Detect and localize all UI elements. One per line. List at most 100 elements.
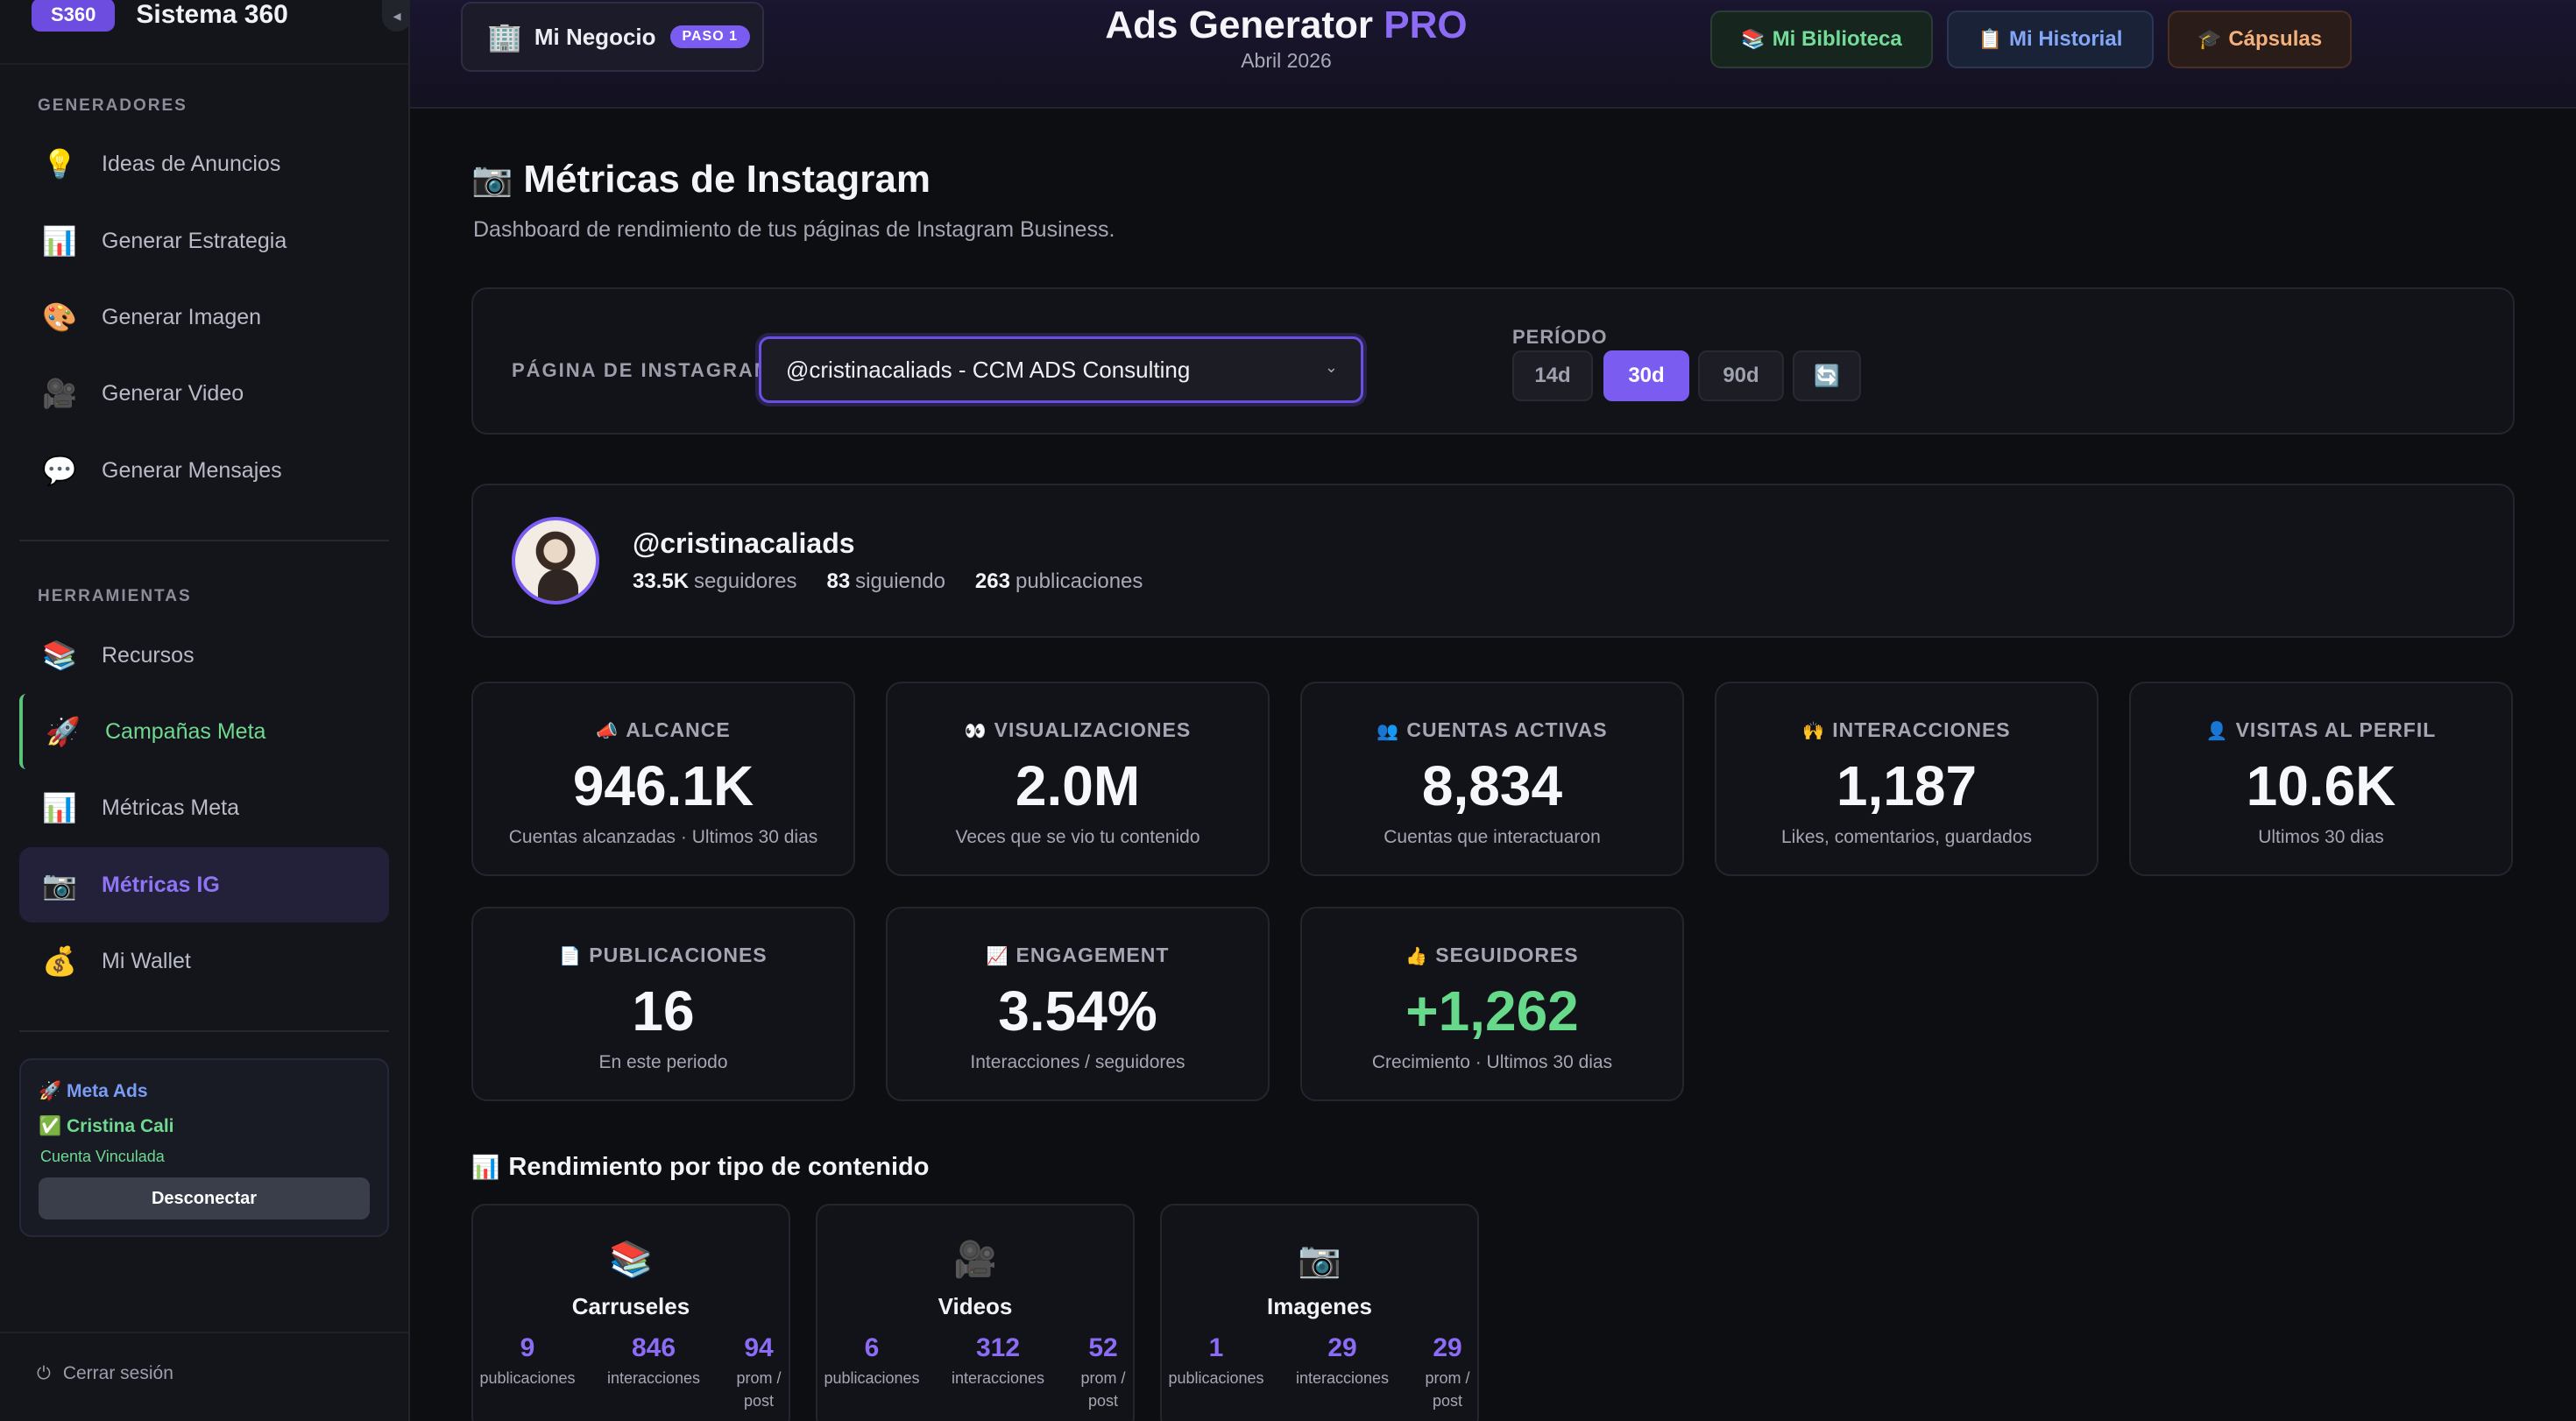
metric-value: 10.6K <box>2246 754 2396 817</box>
history-button[interactable]: 📋 Mi Historial <box>1947 11 2154 68</box>
sidebar-item-generar-imagen[interactable]: 🎨 Generar Imagen <box>19 279 389 355</box>
speech-bubble-icon: 💬 <box>42 455 77 486</box>
brand[interactable]: S360 Sistema 360 <box>32 0 288 35</box>
raised-hands-icon: 🙌 <box>1802 722 1826 741</box>
content-stat-value: 29 <box>1433 1333 1462 1362</box>
content-stat-interactions: 312 interacciones <box>949 1333 1047 1389</box>
content-stat-posts: 9 publicaciones <box>478 1333 577 1389</box>
video-camera-icon: 🎥 <box>42 378 77 409</box>
avatar[interactable] <box>512 517 599 604</box>
sidebar-item-campanas-meta[interactable]: 🚀 Campañas Meta <box>19 694 389 769</box>
sidebar-item-metricas-meta[interactable]: 📊 Métricas Meta <box>19 770 389 845</box>
disconnect-button[interactable]: Desconectar <box>39 1177 370 1220</box>
bar-chart-icon: 📊 <box>42 792 77 824</box>
business-label: Mi Negocio <box>534 23 656 50</box>
section-label-tools: HERRAMIENTAS <box>38 587 192 605</box>
page-title-text: Métricas de Instagram <box>523 158 931 201</box>
content-type-name: Imagenes <box>1267 1293 1372 1319</box>
metric-description: En este periodo <box>598 1052 728 1072</box>
brand-badge: S360 <box>32 0 116 32</box>
collapse-sidebar-icon[interactable]: ◂ <box>382 0 412 32</box>
metric-description: Crecimiento · Ultimos 30 dias <box>1371 1052 1613 1072</box>
camera-icon: 📷 <box>471 161 513 198</box>
content-stat-value: 312 <box>975 1333 1021 1362</box>
profile-handle: @cristinacaliads <box>633 527 855 559</box>
metric-description: Cuentas alcanzadas · Ultimos 30 dias <box>508 827 818 847</box>
profile-card: @cristinacaliads 33.5K seguidores 83 sigui… <box>471 484 2515 638</box>
business-selector[interactable]: 🏢 Mi Negocio PASO 1 <box>461 2 764 72</box>
sidebar-item-label: Métricas Meta <box>102 795 239 820</box>
content-stat-interactions: 29 interacciones <box>1293 1333 1391 1389</box>
capsules-label: Cápsulas <box>2228 27 2323 51</box>
metric-value: 3.54% <box>998 979 1157 1043</box>
sidebar-item-metricas-ig[interactable]: 📷 Métricas IG <box>19 847 389 923</box>
logout-label: Cerrar sesión <box>62 1363 173 1383</box>
person-icon: 👤 <box>2205 722 2229 741</box>
people-icon: 👥 <box>1376 722 1400 741</box>
step-badge: PASO 1 <box>669 25 751 48</box>
metric-label: 👍 SEGUIDORES <box>1302 944 1682 967</box>
app-title-accent: PRO <box>1384 4 1468 46</box>
sidebar-item-ideas-de-anuncios[interactable]: 💡 Ideas de Anuncios <box>19 126 389 201</box>
profile-stats: 33.5K seguidores 83 siguiendo 263 publicaci… <box>633 569 1172 594</box>
period-14d-button[interactable]: 14d <box>1512 350 1593 401</box>
metric-label: 📣 ALCANCE <box>473 718 853 742</box>
content-stat-value: 52 <box>1088 1333 1118 1362</box>
video-camera-icon: 🎥 <box>953 1241 997 1279</box>
metric-card-visualizaciones: 👀 VISUALIZACIONES 2.0M Veces que se vio t… <box>886 682 1270 876</box>
posts-label: publicaciones <box>1015 569 1143 593</box>
instagram-page-value: @cristinacaliads - CCM ADS Consulting <box>786 356 1191 383</box>
meta-ads-card: 🚀 Meta Ads ✅ Cristina Cali Cuenta Vincul… <box>19 1058 389 1237</box>
following-count: 83 <box>826 569 851 593</box>
following-label: siguiendo <box>855 569 945 593</box>
content-stat-posts: 1 publicaciones <box>1167 1333 1265 1389</box>
metric-label: 👀 VISUALIZACIONES <box>888 718 1268 742</box>
content-type-name: Videos <box>938 1293 1013 1319</box>
logout-button[interactable]: ⏻ Cerrar sesión <box>37 1363 173 1384</box>
section-label-generators: GENERADORES <box>38 96 188 115</box>
metric-card-alcance: 📣 ALCANCE 946.1K Cuentas alcanzadas · Ult… <box>471 682 855 876</box>
sidebar: S360 Sistema 360 ◂ GENERADORES 💡 Ideas d… <box>0 0 412 1421</box>
metric-card-engagement: 📈 ENGAGEMENT 3.54% Interacciones / seguid… <box>886 907 1270 1101</box>
content-stat-label: publicaciones <box>824 1369 920 1387</box>
content-stat-label: publicaciones <box>1168 1369 1264 1387</box>
history-label: Mi Historial <box>2009 27 2123 51</box>
instagram-page-select[interactable]: @cristinacaliads - CCM ADS Consulting ⌄ <box>759 336 1363 403</box>
thumbs-up-icon: 👍 <box>1405 947 1429 966</box>
sidebar-item-mi-wallet[interactable]: 💰 Mi Wallet <box>19 923 389 999</box>
sidebar-item-label: Generar Estrategia <box>102 228 287 253</box>
metric-label: 👥 CUENTAS ACTIVAS <box>1302 718 1682 742</box>
period-90d-button[interactable]: 90d <box>1698 350 1784 401</box>
page-subtitle: Dashboard de rendimiento de tus páginas … <box>473 217 1115 242</box>
metric-value: 1,187 <box>1836 754 1978 817</box>
metric-value: +1,262 <box>1405 979 1579 1043</box>
metric-description: Cuentas que interactuaron <box>1384 827 1601 847</box>
sidebar-divider <box>19 1030 389 1032</box>
content-stat-label: interacciones <box>951 1369 1045 1387</box>
sidebar-item-recursos[interactable]: 📚 Recursos <box>19 618 389 693</box>
lightbulb-icon: 💡 <box>42 148 77 180</box>
period-label: PERÍODO <box>1512 326 1608 348</box>
content-stat-value: 6 <box>864 1333 880 1362</box>
books-icon: 📚 <box>42 640 77 671</box>
metric-value: 16 <box>632 979 695 1043</box>
content-stat-interactions: 846 interacciones <box>605 1333 703 1389</box>
sidebar-item-generar-video[interactable]: 🎥 Generar Video <box>19 356 389 431</box>
content-stat-label: prom / post <box>1080 1369 1126 1410</box>
metric-label: 👤 VISITAS AL PERFIL <box>2131 718 2511 742</box>
app-title: Ads Generator PRO <box>953 0 1619 47</box>
bar-chart-icon: 📊 <box>471 1154 500 1180</box>
content-stat-label: publicaciones <box>479 1369 576 1387</box>
content-stat-value: 94 <box>744 1333 774 1362</box>
sidebar-item-generar-estrategia[interactable]: 📊 Generar Estrategia <box>19 203 389 279</box>
library-button[interactable]: 📚 Mi Biblioteca <box>1710 11 1933 68</box>
period-30d-button[interactable]: 30d <box>1603 350 1689 401</box>
content-stat-label: prom / post <box>1425 1369 1470 1410</box>
content-stat-label: interacciones <box>606 1369 701 1387</box>
sidebar-item-generar-mensajes[interactable]: 💬 Generar Mensajes <box>19 433 389 508</box>
refresh-button[interactable]: 🔄 <box>1793 350 1861 401</box>
logout-divider <box>0 1332 408 1333</box>
capsules-button[interactable]: 🎓 Cápsulas <box>2168 11 2352 68</box>
brand-divider <box>0 63 408 65</box>
metric-label-text: SEGUIDORES <box>1435 944 1579 966</box>
